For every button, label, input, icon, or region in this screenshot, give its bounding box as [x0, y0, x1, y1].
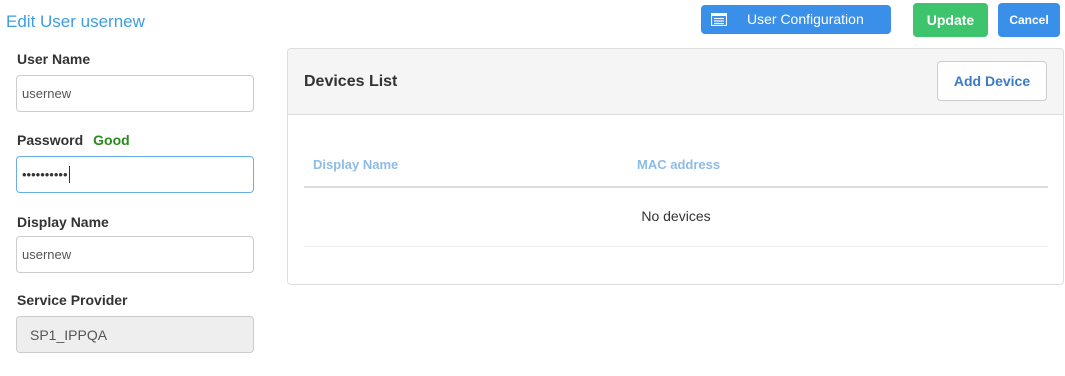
devices-list-title: Devices List: [304, 73, 398, 90]
username-label: User Name: [17, 51, 91, 67]
service-provider-field: SP1_IPPQA: [16, 316, 254, 353]
user-configuration-button[interactable]: User Configuration: [701, 5, 891, 34]
username-value: usernew: [22, 86, 72, 101]
empty-devices-message: No devices: [641, 208, 711, 224]
password-strength-indicator: Good: [93, 132, 130, 148]
password-label: Password: [17, 132, 84, 148]
password-label-row: Password Good: [17, 132, 130, 148]
table-header-divider: [304, 186, 1048, 188]
password-input[interactable]: ••••••••••: [16, 156, 254, 193]
table-row-divider: [304, 246, 1048, 247]
username-input[interactable]: usernew: [16, 75, 254, 112]
text-caret: [68, 166, 70, 183]
devices-panel: Devices List Add Device Display Name MAC…: [287, 48, 1064, 285]
list-window-icon: [710, 12, 728, 29]
display-name-input[interactable]: usernew: [16, 236, 254, 273]
display-name-label: Display Name: [17, 214, 109, 230]
add-device-button[interactable]: Add Device: [937, 61, 1047, 101]
password-masked-value: ••••••••••: [22, 167, 68, 182]
service-provider-label: Service Provider: [17, 292, 128, 308]
service-provider-value: SP1_IPPQA: [30, 326, 108, 343]
page-title: Edit User usernew: [6, 12, 145, 31]
display-name-value: usernew: [22, 247, 72, 262]
edit-user-page: Edit User usernew User Configuration Upd…: [0, 0, 1065, 376]
update-button[interactable]: Update: [913, 3, 988, 37]
user-configuration-label: User Configuration: [747, 11, 864, 27]
devices-panel-header: Devices List Add Device: [288, 49, 1063, 115]
column-header-display-name[interactable]: Display Name: [313, 157, 398, 172]
column-header-mac-address[interactable]: MAC address: [637, 157, 720, 172]
cancel-button[interactable]: Cancel: [998, 3, 1060, 37]
